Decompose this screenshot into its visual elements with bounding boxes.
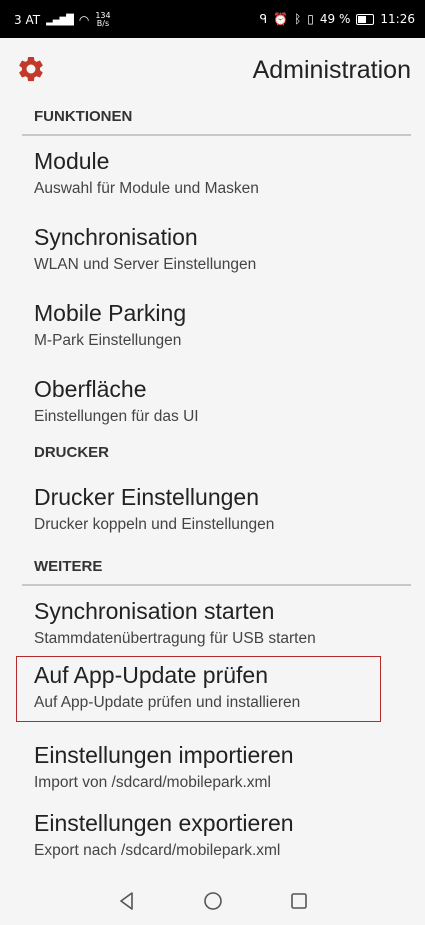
page-title: Administration: [252, 56, 411, 84]
pref-module[interactable]: Module Auswahl für Module und Masken: [0, 136, 425, 212]
nfc-icon: ᑫ: [259, 12, 268, 26]
pref-title: Oberfläche: [34, 376, 147, 402]
pref-mobile-parking[interactable]: Mobile Parking M-Park Einstellungen: [0, 288, 425, 364]
pref-title: Mobile Parking: [34, 300, 187, 326]
pref-summary: Einstellungen für das UI: [34, 408, 199, 425]
bluetooth-icon: ᛒ: [294, 12, 302, 26]
wifi-icon: ◠: [78, 13, 90, 27]
pref-summary: M-Park Einstellungen: [34, 332, 182, 349]
pref-title: Einstellungen exportieren: [34, 810, 294, 836]
pref-einstellungen-importieren[interactable]: Einstellungen importieren Import von /sd…: [0, 738, 425, 808]
status-right: ᑫ ⏰ ᛒ ▯ 49 % 11:26: [260, 12, 415, 26]
category-header: WEITERE: [34, 558, 103, 575]
category-funktionen: FUNKTIONEN: [0, 102, 425, 136]
pref-synchronisation-starten[interactable]: Synchronisation starten Stammdatenübertr…: [0, 586, 425, 656]
category-weitere: WEITERE: [0, 552, 425, 586]
pref-einstellungen-exportieren[interactable]: Einstellungen exportieren Export nach /s…: [0, 808, 425, 878]
pref-title: Auf App-Update prüfen: [34, 662, 268, 688]
category-header: FUNKTIONEN: [34, 108, 133, 125]
app-bar: Administration: [0, 38, 425, 102]
signal-icon: ▂▄▆█: [46, 14, 74, 26]
vibrate-icon: ▯: [307, 12, 314, 26]
gear-icon[interactable]: [16, 54, 46, 84]
carrier-label: 3 AT: [14, 13, 41, 27]
battery-icon: [356, 13, 375, 25]
pref-app-update[interactable]: Auf App-Update prüfen Auf App-Update prü…: [0, 656, 425, 738]
pref-title: Synchronisation starten: [34, 598, 275, 624]
pref-summary: Auf App-Update prüfen und installieren: [34, 694, 301, 711]
settings-list: FUNKTIONEN Module Auswahl für Module und…: [0, 102, 425, 878]
pref-oberflaeche[interactable]: Oberfläche Einstellungen für das UI: [0, 364, 425, 438]
pref-synchronisation[interactable]: Synchronisation WLAN und Server Einstell…: [0, 212, 425, 288]
category-header: DRUCKER: [34, 444, 109, 461]
alarm-icon: ⏰: [273, 12, 289, 26]
pref-summary: WLAN und Server Einstellungen: [34, 256, 257, 273]
status-bar: 3 AT ▂▄▆█ ◠ 134 B/s ᑫ ⏰ ᛒ ▯ 49 % 11:26: [0, 0, 425, 38]
pref-title: Synchronisation: [34, 224, 198, 250]
pref-summary: Stammdatenübertragung für USB starten: [34, 630, 316, 647]
pref-summary: Drucker koppeln und Einstellungen: [34, 516, 275, 533]
network-speed: 134 B/s: [95, 12, 110, 28]
battery-percent: 49 %: [319, 12, 351, 26]
pref-drucker-einstellungen[interactable]: Drucker Einstellungen Drucker koppeln un…: [0, 472, 425, 552]
pref-title: Module: [34, 148, 110, 174]
network-speed-unit: B/s: [96, 19, 110, 28]
navigation-bar: [0, 878, 425, 925]
category-drucker: DRUCKER: [0, 438, 425, 472]
home-icon[interactable]: [198, 886, 228, 916]
clock: 11:26: [380, 12, 415, 26]
status-left: 3 AT ▂▄▆█ ◠ 134 B/s: [14, 12, 111, 28]
back-icon[interactable]: [112, 886, 142, 916]
recents-icon[interactable]: [284, 886, 314, 916]
pref-title: Drucker Einstellungen: [34, 484, 260, 510]
pref-summary: Auswahl für Module und Masken: [34, 180, 259, 197]
pref-title: Einstellungen importieren: [34, 742, 294, 768]
pref-summary: Import von /sdcard/mobilepark.xml: [34, 774, 271, 791]
pref-summary: Export nach /sdcard/mobilepark.xml: [34, 842, 281, 859]
